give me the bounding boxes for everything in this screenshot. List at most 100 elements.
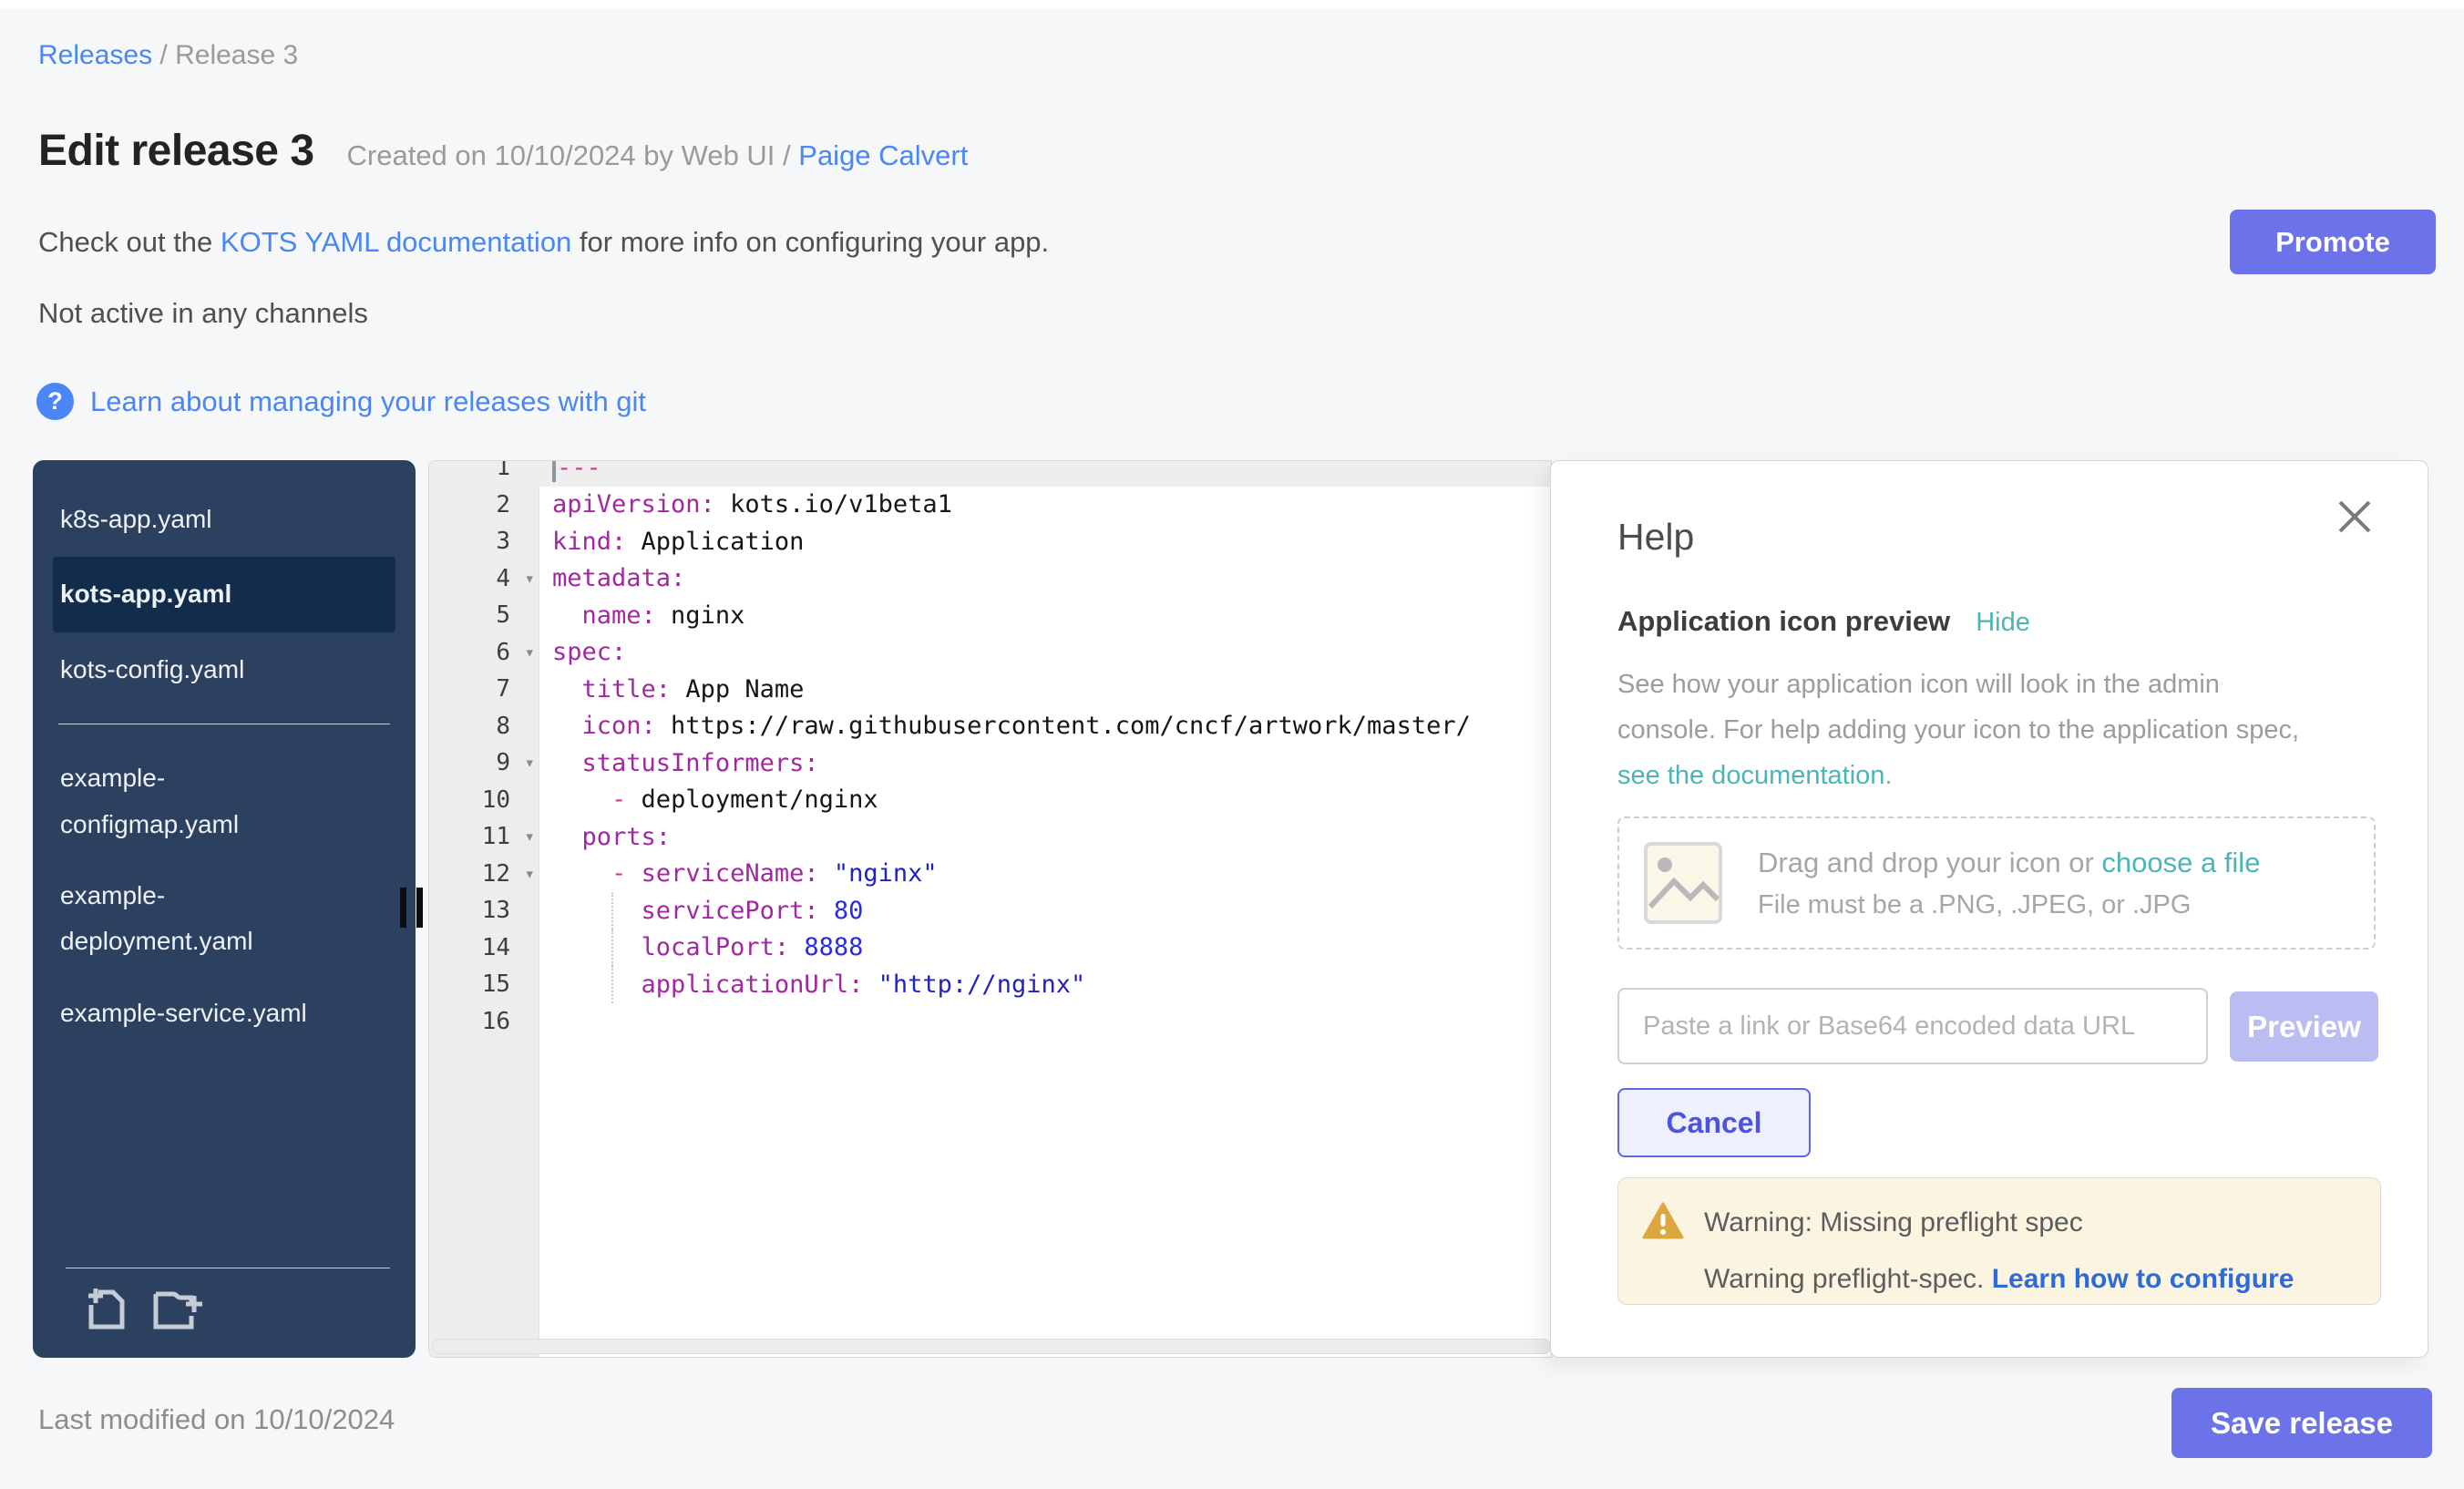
image-placeholder-icon [1643, 841, 1723, 925]
text-cursor [552, 460, 556, 482]
code-line-14[interactable]: 14 localPort: 8888 [429, 929, 1551, 967]
line-number: 7 [429, 671, 539, 708]
code-text[interactable]: servicePort: 80 [539, 892, 1551, 929]
close-icon[interactable] [2333, 496, 2377, 539]
code-text[interactable]: name: nginx [539, 597, 1551, 634]
code-text[interactable]: --- [539, 460, 1551, 487]
fold-arrow-icon[interactable]: ▾ [525, 569, 535, 589]
code-line-5[interactable]: 5 name: nginx [429, 597, 1551, 634]
kots-yaml-doc-link[interactable]: KOTS YAML documentation [221, 226, 571, 258]
see-documentation-link[interactable]: see the documentation [1617, 761, 1884, 790]
line-number: 15 [429, 966, 539, 1003]
created-text: Created on 10/10/2024 by Web UI / [347, 139, 799, 171]
icon-preview-title: Application icon preview [1617, 605, 1950, 638]
code-text[interactable]: applicationUrl: "http://nginx" [539, 966, 1551, 1003]
code-line-8[interactable]: 8 icon: https://raw.githubusercontent.co… [429, 708, 1551, 745]
code-line-13[interactable]: 13 servicePort: 80 [429, 892, 1551, 929]
code-line-1[interactable]: 1--- [429, 460, 1551, 487]
fold-arrow-icon[interactable]: ▾ [525, 864, 535, 884]
icon-url-input[interactable] [1617, 988, 2208, 1064]
sidebar-file-kots-app.yaml[interactable]: kots-app.yaml [53, 557, 395, 632]
add-folder-icon[interactable] [153, 1285, 204, 1330]
code-line-4[interactable]: 4▾metadata: [429, 560, 1551, 598]
code-text[interactable]: ports: [539, 818, 1551, 856]
code-text[interactable] [539, 1003, 1551, 1041]
code-text[interactable]: statusInformers: [539, 744, 1551, 782]
fold-arrow-icon[interactable]: ▾ [525, 827, 535, 847]
sidebar-resize-handle[interactable] [400, 888, 423, 928]
sidebar-file-kots-config.yaml[interactable]: kots-config.yaml [33, 634, 343, 705]
doc-hint-line: Check out the KOTS YAML documentation fo… [38, 226, 1049, 259]
line-number: 5 [429, 597, 539, 634]
warning-detail: Warning preflight-spec. Learn how to con… [1704, 1264, 2294, 1295]
sidebar-file-example-configmap.yaml[interactable]: example-configmap.yaml [33, 743, 343, 860]
sidebar-file-example-deployment.yaml[interactable]: example-deployment.yaml [33, 860, 343, 978]
line-number: 4▾ [429, 560, 539, 598]
icon-preview-description: See how your application icon will look … [1617, 662, 2299, 798]
code-line-2[interactable]: 2apiVersion: kots.io/v1beta1 [429, 487, 1551, 524]
dropzone-hint: File must be a .PNG, .JPEG, or .JPG [1758, 890, 2260, 920]
sidebar-footer [66, 1268, 390, 1345]
code-text[interactable]: icon: https://raw.githubusercontent.com/… [539, 708, 1551, 745]
code-line-16[interactable]: 16 [429, 1003, 1551, 1041]
code-line-15[interactable]: 15 applicationUrl: "http://nginx" [429, 966, 1551, 1003]
line-number: 9▾ [429, 744, 539, 782]
fold-arrow-icon[interactable]: ▾ [525, 753, 535, 773]
created-info: Created on 10/10/2024 by Web UI / Paige … [347, 139, 969, 172]
choose-file-link[interactable]: choose a file [2101, 847, 2260, 878]
sidebar-file-k8s-app.yaml[interactable]: k8s-app.yaml [33, 484, 343, 555]
code-text[interactable]: localPort: 8888 [539, 929, 1551, 967]
code-line-9[interactable]: 9▾ statusInformers: [429, 744, 1551, 782]
fold-arrow-icon[interactable]: ▾ [525, 642, 535, 662]
save-release-button[interactable]: Save release [2171, 1388, 2432, 1458]
icon-dropzone[interactable]: Drag and drop your icon or choose a file… [1617, 816, 2376, 950]
sidebar-file-example-service.yaml[interactable]: example-service.yaml [33, 978, 343, 1049]
breadcrumb-releases-link[interactable]: Releases [38, 40, 152, 70]
code-text[interactable]: apiVersion: kots.io/v1beta1 [539, 487, 1551, 524]
page-title: Edit release 3 [38, 126, 314, 176]
code-text[interactable]: - deployment/nginx [539, 782, 1551, 819]
breadcrumb: Releases / Release 3 [38, 40, 298, 71]
promote-button[interactable]: Promote [2230, 210, 2436, 274]
author-link[interactable]: Paige Calvert [798, 139, 968, 171]
line-number: 16 [429, 1003, 539, 1041]
code-line-6[interactable]: 6▾spec: [429, 634, 1551, 672]
line-number: 14 [429, 929, 539, 967]
title-row: Edit release 3 Created on 10/10/2024 by … [38, 126, 968, 176]
breadcrumb-separator: / [152, 40, 175, 70]
line-number: 3 [429, 523, 539, 560]
code-text[interactable]: kind: Application [539, 523, 1551, 560]
code-text[interactable]: title: App Name [539, 671, 1551, 708]
line-number: 1 [429, 460, 539, 487]
code-text[interactable]: spec: [539, 634, 1551, 672]
add-file-icon[interactable] [86, 1285, 128, 1330]
warning-title: Warning: Missing preflight spec [1704, 1207, 2083, 1238]
code-text[interactable]: metadata: [539, 560, 1551, 598]
code-line-3[interactable]: 3kind: Application [429, 523, 1551, 560]
file-list: k8s-app.yamlkots-app.yamlkots-config.yam… [33, 460, 416, 1049]
code-line-11[interactable]: 11▾ ports: [429, 818, 1551, 856]
hide-link[interactable]: Hide [1976, 608, 2030, 638]
line-number: 2 [429, 487, 539, 524]
code-line-7[interactable]: 7 title: App Name [429, 671, 1551, 708]
dropzone-prefix: Drag and drop your icon or [1758, 847, 2101, 878]
git-help-row[interactable]: ? Learn about managing your releases wit… [36, 383, 646, 420]
cancel-button[interactable]: Cancel [1617, 1088, 1811, 1157]
line-number: 13 [429, 892, 539, 929]
code-text[interactable]: - serviceName: "nginx" [539, 856, 1551, 893]
question-circle-icon: ? [36, 383, 74, 420]
code-line-12[interactable]: 12▾ - serviceName: "nginx" [429, 856, 1551, 893]
learn-how-to-configure-link[interactable]: Learn how to configure [1992, 1264, 2295, 1294]
line-number: 6▾ [429, 634, 539, 672]
help-panel-title: Help [1617, 516, 1694, 559]
git-help-link[interactable]: Learn about managing your releases with … [90, 385, 646, 418]
doc-hint-suffix: for more info on configuring your app. [571, 226, 1049, 258]
description-line-2: console. For help adding your icon to th… [1617, 707, 2299, 753]
yaml-editor[interactable]: 1---2apiVersion: kots.io/v1beta13kind: A… [428, 460, 1552, 1358]
description-period: . [1884, 761, 1892, 790]
editor-horizontal-scrollbar[interactable] [432, 1339, 1551, 1354]
code-line-10[interactable]: 10 - deployment/nginx [429, 782, 1551, 819]
window-top-strip [0, 0, 2464, 9]
preview-button[interactable]: Preview [2230, 991, 2378, 1062]
dropzone-text: Drag and drop your icon or choose a file… [1758, 847, 2260, 920]
